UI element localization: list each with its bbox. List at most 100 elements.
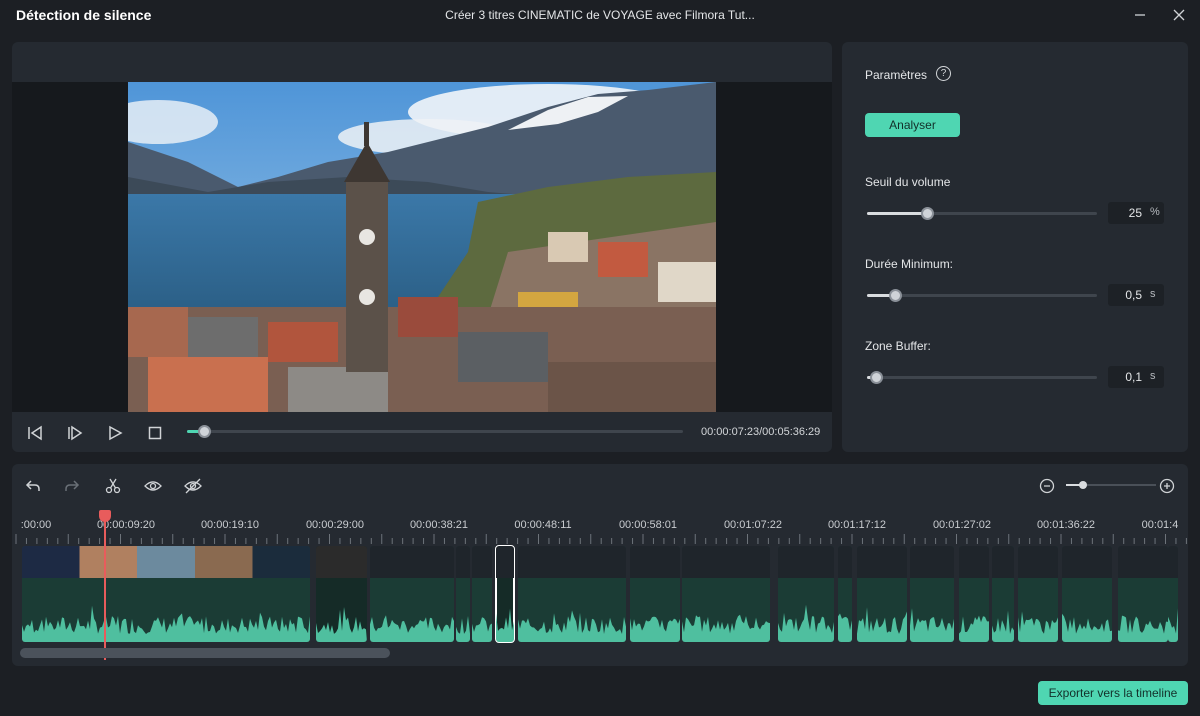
close-button[interactable] — [1166, 4, 1192, 26]
buffer-zone-input[interactable]: 0,1 s — [1108, 366, 1164, 388]
timeline-clip[interactable] — [857, 546, 907, 642]
time-ruler[interactable]: :00:00 00:00:09:20 00:00:19:10 00:00:29:… — [12, 516, 1188, 544]
audio-waveform — [959, 615, 989, 642]
timeline-clip[interactable] — [370, 546, 454, 642]
timeline-clip[interactable] — [838, 546, 852, 642]
analyze-button[interactable]: Analyser — [865, 113, 960, 137]
volume-threshold-input[interactable]: 25 % — [1108, 202, 1164, 224]
ruler-label: 00:01:4 — [1141, 519, 1179, 531]
timeline-clip[interactable] — [778, 546, 834, 642]
playhead[interactable] — [104, 510, 106, 660]
redo-icon — [65, 480, 80, 491]
ruler-label: 00:00:19:10 — [200, 519, 260, 531]
timeline-clip[interactable] — [910, 546, 954, 642]
title-bar: Détection de silence Créer 3 titres CINE… — [0, 0, 1200, 32]
audio-waveform — [910, 608, 954, 642]
timecode: 00:00:07:23/00:05:36:29 — [701, 426, 821, 438]
timeline-scrollbar[interactable] — [20, 648, 390, 658]
audio-waveform — [456, 616, 470, 642]
previous-frame-button[interactable] — [24, 422, 46, 444]
next-frame-button[interactable] — [64, 422, 86, 444]
timeline-clip[interactable] — [456, 546, 470, 642]
playback-scrubber[interactable] — [187, 425, 683, 438]
ruler-label: 00:01:17:12 — [827, 519, 887, 531]
min-duration-input[interactable]: 0,5 s — [1108, 284, 1164, 306]
audio-waveform — [778, 604, 834, 642]
audio-waveform — [682, 614, 770, 642]
scissors-icon — [105, 478, 121, 494]
audio-waveform — [370, 615, 454, 642]
timeline-clip[interactable] — [992, 546, 1014, 642]
timeline-clip[interactable] — [1018, 546, 1058, 642]
audio-waveform — [1118, 615, 1168, 642]
timeline-clip[interactable] — [959, 546, 989, 642]
settings-panel: Paramètres ? Analyser Seuil du volume 25… — [842, 42, 1188, 452]
timeline-clip[interactable] — [1168, 546, 1178, 642]
slider-handle[interactable] — [888, 289, 902, 302]
ruler-label: :00:00 — [20, 519, 52, 531]
min-duration-value: 0,5 — [1125, 288, 1142, 302]
minimize-button[interactable] — [1127, 4, 1153, 26]
ruler-label: 00:01:27:02 — [932, 519, 992, 531]
zoom-slider[interactable] — [1066, 481, 1156, 489]
timeline-panel: :00:00 00:00:09:20 00:00:19:10 00:00:29:… — [12, 464, 1188, 666]
buffer-zone-label: Zone Buffer: — [865, 339, 931, 353]
slider-handle[interactable] — [920, 207, 934, 220]
step-forward-icon — [68, 425, 83, 441]
timeline-clip[interactable] — [1118, 546, 1168, 642]
seconds-unit: s — [1150, 288, 1156, 300]
stop-button[interactable] — [144, 422, 166, 444]
redo-button[interactable] — [61, 475, 83, 497]
min-duration-label: Durée Minimum: — [865, 257, 954, 271]
timeline-clip[interactable] — [472, 546, 492, 642]
min-duration-slider[interactable] — [867, 289, 1097, 302]
undo-button[interactable] — [22, 475, 44, 497]
ruler-label: 00:00:29:00 — [305, 519, 365, 531]
show-segment-button[interactable] — [142, 475, 164, 497]
clip-track — [12, 545, 1188, 643]
ruler-label: 00:01:36:22 — [1036, 519, 1096, 531]
volume-threshold-label: Seuil du volume — [865, 175, 951, 189]
zoom-out-button[interactable] — [1036, 475, 1058, 497]
stop-icon — [148, 426, 162, 440]
hide-segment-button[interactable] — [182, 475, 204, 497]
help-icon[interactable]: ? — [936, 66, 951, 81]
eye-off-icon — [184, 478, 202, 494]
ruler-label: 00:00:58:01 — [618, 519, 678, 531]
volume-threshold-slider[interactable] — [867, 207, 1097, 220]
ruler-label: 00:01:07:22 — [723, 519, 783, 531]
zoom-handle[interactable] — [1079, 481, 1087, 489]
close-icon — [1173, 9, 1185, 21]
timeline-clip[interactable] — [518, 546, 626, 642]
audio-waveform — [838, 613, 852, 642]
percent-unit: % — [1150, 206, 1160, 218]
timeline-clip[interactable] — [1062, 546, 1112, 642]
audio-waveform — [992, 610, 1014, 642]
video-viewport — [12, 82, 832, 412]
timeline-clip[interactable] — [682, 546, 770, 642]
split-button[interactable] — [102, 475, 124, 497]
audio-waveform — [630, 616, 680, 642]
audio-waveform — [518, 610, 626, 642]
timeline-clip-selected[interactable] — [495, 545, 515, 643]
timeline-clip[interactable] — [630, 546, 680, 642]
buffer-zone-slider[interactable] — [867, 371, 1097, 384]
audio-waveform — [316, 606, 367, 642]
export-to-timeline-button[interactable]: Exporter vers la timeline — [1038, 681, 1188, 705]
timeline-clip[interactable] — [22, 546, 310, 642]
slider-fill — [867, 212, 927, 215]
volume-threshold-value: 25 — [1128, 206, 1142, 220]
buffer-zone-value: 0,1 — [1125, 370, 1142, 384]
project-title: Créer 3 titres CINEMATIC de VOYAGE avec … — [445, 8, 755, 22]
timeline-clip[interactable] — [316, 546, 367, 642]
ruler-label: 00:00:48:11 — [514, 519, 572, 531]
audio-waveform — [1168, 608, 1178, 642]
zoom-out-icon — [1039, 478, 1055, 494]
zoom-in-button[interactable] — [1156, 475, 1178, 497]
ruler-label: 00:00:38:21 — [409, 519, 469, 531]
audio-waveform — [1018, 611, 1058, 642]
slider-handle[interactable] — [870, 371, 884, 384]
seconds-unit: s — [1150, 370, 1156, 382]
minimize-icon — [1135, 14, 1145, 16]
play-button[interactable] — [104, 422, 126, 444]
